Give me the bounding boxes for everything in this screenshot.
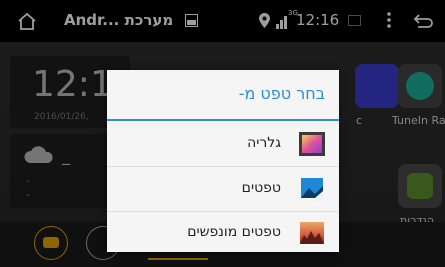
dialog-title: בחר טפט מ- — [238, 84, 325, 103]
title-divider — [107, 119, 339, 121]
wallpapers-icon — [299, 177, 325, 201]
option-gallery-label: גלריה — [247, 135, 281, 151]
separator — [107, 211, 339, 212]
live-wallpapers-icon — [299, 221, 325, 245]
separator — [107, 166, 339, 167]
gallery-icon — [299, 132, 325, 156]
option-live-wallpapers[interactable]: טפטים מונפשים — [107, 213, 339, 253]
wallpaper-chooser-dialog: בחר טפט מ- גלריה טפטים טפטים מונפשים — [107, 70, 339, 252]
option-wallpapers-label: טפטים — [241, 180, 281, 196]
option-gallery[interactable]: גלריה — [107, 124, 339, 164]
option-wallpapers[interactable]: טפטים — [107, 169, 339, 209]
option-live-wallpapers-label: טפטים מונפשים — [187, 224, 281, 240]
